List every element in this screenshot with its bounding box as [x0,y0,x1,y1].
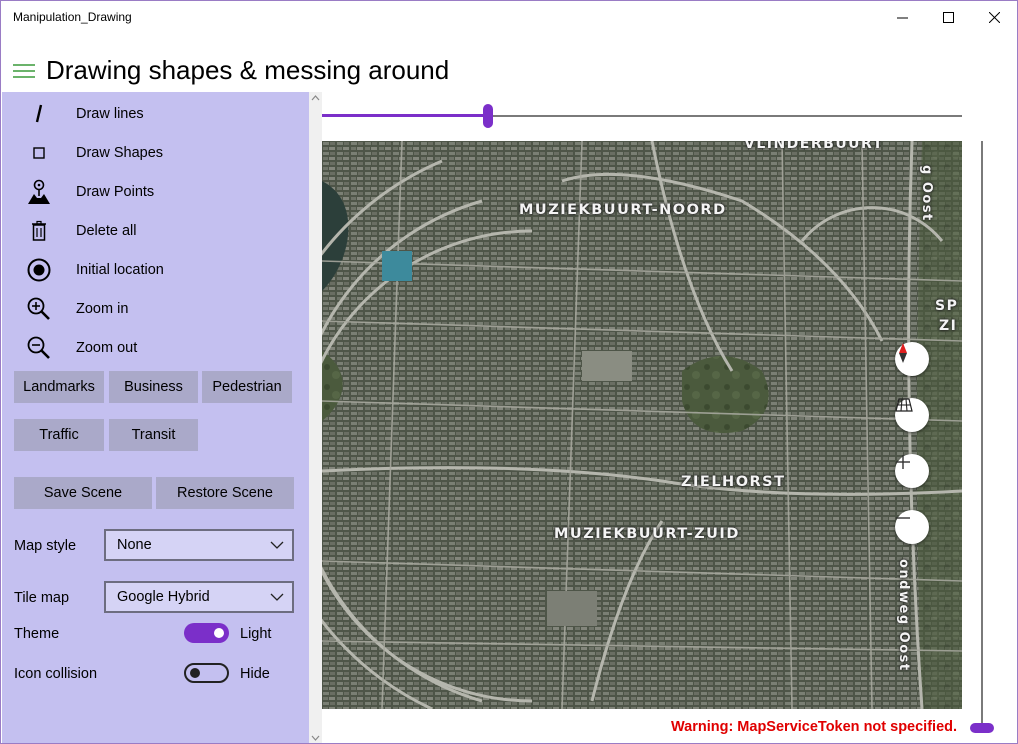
sidebar-item-label: Draw lines [76,106,144,122]
map-zoom-out-button[interactable] [895,510,929,544]
theme-toggle[interactable] [184,623,229,643]
restore-scene-button[interactable]: Restore Scene [156,477,294,509]
sidebar-item-draw-points[interactable]: Draw Points [2,172,302,211]
slider-track [981,141,983,733]
map-label-vlinderbuurt: VLINDERBUURT [744,141,884,152]
hamburger-icon [13,64,35,78]
sidebar-item-zoom-in[interactable]: Zoom in [2,289,302,328]
sidebar-item-label: Initial location [76,262,164,278]
map-pin-icon [26,179,52,205]
icon-collision-toggle[interactable] [184,663,229,683]
app-window: Manipulation_Drawing Drawing shapes & me… [0,0,1018,744]
save-scene-button[interactable]: Save Scene [14,477,152,509]
close-button[interactable] [971,1,1017,33]
chevron-down-icon [270,541,284,549]
square-icon [26,140,52,166]
map-view[interactable]: VLINDERBUURT MUZIEKBUURT-NOORD ZIELHORST… [322,141,962,709]
close-icon [988,11,1000,23]
trash-icon [26,218,52,244]
map-label-road-oost: g Oost [919,165,934,222]
sidebar-item-draw-shapes[interactable]: Draw Shapes [2,133,302,172]
vertical-slider[interactable] [970,141,994,733]
zoom-out-icon [26,335,52,361]
map-style-select[interactable]: None [104,529,294,561]
map-label-muziekbuurt-noord: MUZIEKBUURT-NOORD [519,202,727,218]
tile-map-select[interactable]: Google Hybrid [104,581,294,613]
tilt-button[interactable] [895,398,929,432]
map-service-warning: Warning: MapServiceToken not specified. [671,719,958,735]
zoom-minus-icon [896,517,910,519]
sidebar-item-initial-location[interactable]: Initial location [2,250,302,289]
sidebar-item-label: Draw Shapes [76,145,164,161]
landmarks-button[interactable]: Landmarks [14,371,104,403]
sidebar-item-zoom-out[interactable]: Zoom out [2,328,302,367]
transit-button[interactable]: Transit [109,419,198,451]
business-button[interactable]: Business [109,371,198,403]
target-icon [26,257,52,283]
zoom-plus-icon [896,455,910,469]
sidebar-item-label: Draw Points [76,184,155,200]
map-zoom-in-button[interactable] [895,454,929,488]
title-bar: Manipulation_Drawing [1,1,1017,33]
pedestrian-button[interactable]: Pedestrian [202,371,292,403]
theme-label: Theme [14,626,60,642]
toggle-knob [190,668,200,678]
zoom-in-icon [26,296,52,322]
maximize-button[interactable] [925,1,971,33]
slider-thumb[interactable] [483,104,494,128]
map-style-label: Map style [14,538,77,554]
map-label-zi: ZI [939,318,958,334]
satellite-imagery [322,141,962,709]
map-style-value: None [117,537,152,553]
sidebar-item-label: Zoom out [76,340,138,356]
minimize-button[interactable] [879,1,925,33]
minimize-icon [896,17,908,18]
page-header: Drawing shapes & messing around [1,49,1017,93]
slash-icon [26,101,52,127]
tile-map-value: Google Hybrid [117,589,210,605]
hamburger-menu-button[interactable] [13,62,35,80]
map-label-sp: SP [935,298,959,314]
icon-collision-state-text: Hide [240,666,270,682]
map-label-muziekbuurt-zuid: MUZIEKBUURT-ZUID [554,526,740,542]
traffic-button[interactable]: Traffic [14,419,104,451]
theme-state-text: Light [240,626,272,642]
map-label-ondweg-oost: ondweg Oost [896,559,911,672]
window-title: Manipulation_Drawing [13,10,132,24]
sidebar-item-label: Delete all [76,223,137,239]
compass-icon [899,343,907,363]
icon-collision-label: Icon collision [14,666,98,682]
scroll-down-icon[interactable] [311,733,320,742]
maximize-icon [942,11,954,23]
horizontal-slider[interactable] [322,104,962,128]
tilt-grid-icon [895,398,913,412]
slider-fill [322,114,489,117]
page-title: Drawing shapes & messing around [46,55,450,85]
slider-thumb[interactable] [970,723,994,733]
compass-button[interactable] [895,342,929,376]
map-label-zielhorst: ZIELHORST [681,474,786,490]
sidebar-item-label: Zoom in [76,301,129,317]
sidebar-item-draw-lines[interactable]: Draw lines [2,94,302,133]
sidebar-scrollbar[interactable] [309,92,322,743]
sidebar-item-delete-all[interactable]: Delete all [2,211,302,250]
sidebar-pane: Draw lines Draw Shapes Draw Points Delet… [2,92,309,743]
toggle-knob [214,628,224,638]
tile-map-label: Tile map [14,590,70,606]
scroll-up-icon[interactable] [311,94,320,103]
chevron-down-icon [270,593,284,601]
